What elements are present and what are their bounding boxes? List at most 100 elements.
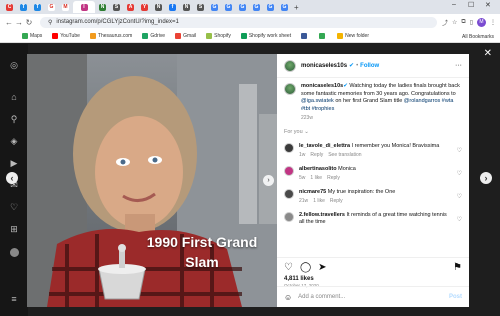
browser-tab[interactable]: G — [250, 1, 263, 13]
comment-reply[interactable]: Reply — [327, 175, 340, 181]
explore-icon[interactable]: ◈ — [9, 136, 19, 146]
next-image-arrow[interactable]: › — [263, 175, 274, 186]
comment-like-icon[interactable]: ♡ — [457, 216, 462, 229]
likes-count[interactable]: 4,811 likes — [284, 276, 462, 282]
site-info-icon[interactable]: ⚲ — [48, 19, 52, 26]
mention-iga-swiatek[interactable]: @iga.swiatek — [301, 98, 334, 104]
back-icon[interactable]: ← — [4, 18, 14, 27]
create-icon[interactable]: ⊞ — [9, 224, 19, 234]
more-menu-icon[interactable]: ≡ — [9, 294, 19, 304]
comment-translation[interactable]: See translation — [328, 152, 361, 158]
commenter-username[interactable]: albertinasolito — [299, 166, 337, 172]
browser-tab[interactable]: G — [278, 1, 291, 13]
browser-tab[interactable]: G — [264, 1, 277, 13]
bookmark-item[interactable]: Shopify — [206, 33, 231, 39]
comment-reply[interactable]: Reply — [330, 198, 343, 204]
commenter-username[interactable]: 2.fellow.travellers — [299, 212, 345, 218]
comment-like-icon[interactable]: ♡ — [457, 147, 462, 160]
bookmark-item[interactable]: Thesaurus.com — [89, 33, 132, 39]
new-tab-icon[interactable]: + — [294, 3, 299, 12]
share-plane-icon[interactable]: ➤ — [318, 262, 326, 273]
bookmark-item[interactable]: YouTube — [52, 33, 80, 39]
mention-rolandgarros[interactable]: @rolandgarros — [404, 98, 440, 104]
extensions-icon[interactable]: ⧉ — [461, 19, 465, 26]
browser-tab[interactable]: N — [96, 1, 109, 13]
browser-tab[interactable]: T — [31, 1, 44, 13]
profile-avatar[interactable]: M — [477, 17, 486, 27]
post-photo[interactable]: 1990 First Grand Slam › — [27, 54, 277, 307]
browser-tab[interactable]: N — [152, 1, 165, 13]
for-you-filter[interactable]: For you ⌄ — [284, 129, 462, 135]
author-avatar-small[interactable] — [284, 83, 296, 95]
browser-tab[interactable]: A — [124, 1, 137, 13]
bookmark-item[interactable]: Maps — [22, 33, 42, 39]
post-comment-button[interactable]: Post — [449, 294, 462, 300]
menu-icon[interactable]: ⋮ — [490, 19, 496, 26]
reload-icon[interactable]: ↻ — [24, 18, 34, 27]
comment-icon[interactable]: ◯ — [300, 262, 311, 273]
browser-tab[interactable]: S — [194, 1, 207, 13]
instagram-logo-icon[interactable]: ◎ — [9, 60, 19, 70]
next-post-arrow[interactable]: › — [480, 172, 492, 184]
more-options-icon[interactable]: ··· — [455, 62, 462, 69]
share-icon[interactable]: ⤴ — [442, 18, 448, 27]
star-icon[interactable]: ☆ — [452, 19, 457, 26]
commenter-avatar[interactable] — [284, 188, 294, 199]
sidebar-icon[interactable]: ▯ — [470, 19, 473, 26]
browser-tab[interactable]: N — [180, 1, 193, 13]
comment-like-icon[interactable]: ♡ — [457, 170, 462, 183]
commenter-avatar[interactable] — [284, 142, 294, 153]
search-icon[interactable]: ⚲ — [9, 114, 19, 124]
minimize-icon[interactable]: – — [452, 1, 456, 8]
comment-time: 5w — [299, 175, 306, 181]
profile-icon[interactable] — [10, 248, 19, 257]
tab-favicon-icon: C — [6, 3, 13, 11]
reels-icon[interactable]: ▶ — [9, 158, 19, 168]
home-icon[interactable]: ⌂ — [9, 92, 19, 102]
bookmark-icon — [52, 33, 59, 39]
browser-tab[interactable]: G — [45, 1, 58, 13]
browser-tab[interactable]: f — [166, 1, 179, 13]
forward-icon[interactable]: → — [14, 18, 24, 27]
comment-likes[interactable]: 1 like — [310, 175, 322, 181]
description-author[interactable]: monicaseles10s — [301, 83, 343, 89]
browser-tab[interactable]: G — [236, 1, 249, 13]
follow-button[interactable]: Follow — [360, 63, 379, 69]
url-field[interactable]: ⚲ instagram.com/p/CGLYjzContU/?img_index… — [40, 16, 437, 28]
close-window-icon[interactable]: ✕ — [485, 1, 491, 9]
browser-tab[interactable]: G — [208, 1, 221, 13]
browser-tab[interactable]: T — [17, 1, 30, 13]
commenter-avatar[interactable] — [284, 165, 294, 176]
like-heart-icon[interactable]: ♡ — [284, 262, 293, 273]
comment-like-icon[interactable]: ♡ — [457, 193, 462, 206]
photo-caption-line1: 1990 First Grand — [146, 234, 258, 250]
browser-tab[interactable]: I — [73, 1, 95, 13]
comment-body: le_tavole_di_elettra I remember you Moni… — [299, 143, 453, 160]
bookmark-item[interactable]: Shopify work sheet — [240, 33, 291, 39]
bookmark-item[interactable]: New folder — [337, 33, 369, 39]
comment-reply[interactable]: Reply — [310, 152, 323, 158]
maximize-icon[interactable]: ☐ — [468, 1, 474, 9]
browser-tab[interactable]: C — [3, 1, 16, 13]
browser-tab[interactable]: G — [222, 1, 235, 13]
emoji-icon[interactable]: ☺ — [284, 293, 292, 302]
commenter-username[interactable]: nicmare75 — [299, 189, 326, 195]
author-avatar[interactable] — [284, 59, 296, 72]
all-bookmarks[interactable]: All Bookmarks — [462, 34, 494, 40]
bookmark-item[interactable]: Gdrive — [142, 33, 165, 39]
close-modal-icon[interactable]: ✕ — [484, 48, 492, 59]
add-comment-input[interactable]: Add a comment... — [298, 294, 345, 300]
browser-tab[interactable]: M — [59, 1, 72, 13]
bookmark-item[interactable] — [301, 33, 309, 39]
browser-tab[interactable]: S — [110, 1, 123, 13]
commenter-username[interactable]: le_tavole_di_elettra — [299, 143, 350, 149]
notifications-icon[interactable]: ♡ — [9, 202, 19, 212]
bookmark-item[interactable] — [319, 33, 327, 39]
comment-likes[interactable]: 1 like — [313, 198, 325, 204]
bookmark-item[interactable]: Gmail — [175, 33, 196, 39]
browser-tab[interactable]: Y — [138, 1, 151, 13]
save-bookmark-icon[interactable]: ⚑ — [453, 262, 462, 273]
previous-post-arrow[interactable]: ‹ — [6, 172, 18, 184]
commenter-avatar[interactable] — [284, 211, 294, 222]
author-username[interactable]: monicaseles10s — [301, 63, 347, 69]
